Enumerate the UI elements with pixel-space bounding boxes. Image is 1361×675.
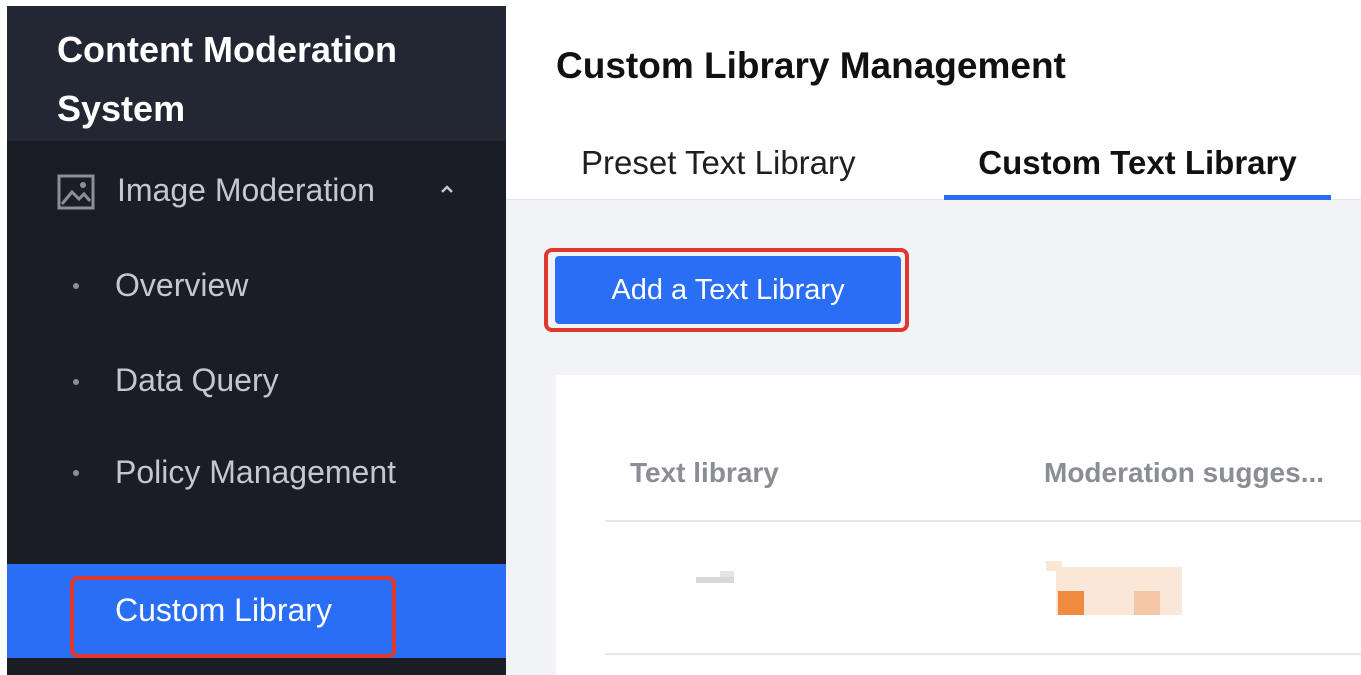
- sidebar-group-label: Image Moderation: [117, 172, 375, 208]
- tab-custom-text-library[interactable]: Custom Text Library: [944, 140, 1331, 200]
- sidebar-item-label: Custom Library: [115, 592, 332, 628]
- header-divider: [605, 520, 1361, 522]
- text-library-table: Text library Moderation sugges...: [556, 375, 1361, 675]
- sidebar-header: Content Moderation System: [7, 6, 506, 141]
- bullet-icon: [73, 379, 79, 385]
- app-window: Content Moderation System Image Moderati…: [0, 0, 1361, 675]
- sidebar-item-label: Overview: [115, 267, 249, 303]
- row-divider: [605, 653, 1361, 655]
- image-icon: [57, 174, 95, 210]
- chevron-up-icon[interactable]: [437, 182, 457, 196]
- main-header: Custom Library Management Preset Text Li…: [506, 6, 1361, 200]
- active-tab-indicator: [944, 195, 1331, 200]
- sidebar-item-label: Policy Management: [115, 454, 397, 490]
- main-content: Custom Library Management Preset Text Li…: [506, 6, 1361, 675]
- bullet-icon: [73, 283, 79, 289]
- sidebar-group-image-moderation[interactable]: Image Moderation: [7, 146, 506, 234]
- column-header-moderation-suggestion: Moderation sugges...: [1044, 457, 1325, 488]
- app-title: Content Moderation System: [57, 29, 397, 129]
- status-badge: [1046, 561, 1182, 615]
- sidebar-item-custom-library[interactable]: Custom Library: [7, 564, 506, 658]
- column-header-text-library: Text library: [630, 457, 779, 488]
- sidebar-item-data-query[interactable]: Data Query: [7, 346, 506, 416]
- sidebar-item-label: Data Query: [115, 362, 279, 398]
- page-title: Custom Library Management: [556, 45, 1066, 86]
- sidebar-item-overview[interactable]: Overview: [7, 251, 506, 321]
- sidebar-item-policy-management[interactable]: Policy Management: [7, 446, 506, 546]
- sidebar: Content Moderation System Image Moderati…: [7, 6, 506, 675]
- redacted-text: [696, 571, 734, 583]
- bullet-icon: [73, 470, 79, 476]
- tab-preset-text-library[interactable]: Preset Text Library: [581, 140, 856, 200]
- add-text-library-button[interactable]: Add a Text Library: [555, 256, 901, 324]
